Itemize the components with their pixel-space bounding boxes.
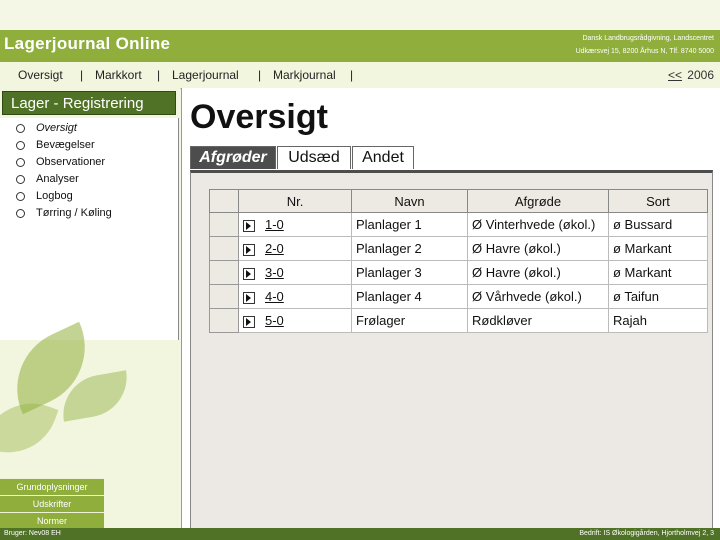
nr-cell: 2-0 — [238, 236, 352, 261]
column-header-navn[interactable]: Navn — [351, 189, 468, 213]
column-header-afgrode[interactable]: Afgrøde — [467, 189, 609, 213]
farm-status: Bedrift: IS Økologigården, Hjortholmvej … — [579, 530, 714, 537]
nav-item-lagerjournal[interactable]: Lagerjournal — [172, 68, 239, 82]
main-content: Oversigt Afgrøder Udsæd Andet Nr. Navn A… — [181, 88, 720, 540]
navn-cell: Planlager 1 — [351, 212, 468, 237]
navn-cell: Planlager 2 — [351, 236, 468, 261]
column-header-sort[interactable]: Sort — [608, 189, 708, 213]
navn-cell: Planlager 3 — [351, 260, 468, 285]
table-row: 3-0 Planlager 3 Ø Havre (økol.) ø Markan… — [209, 260, 708, 285]
afgrode-cell: Ø Vårhvede (økol.) — [467, 284, 609, 309]
expand-arrow-icon[interactable] — [243, 243, 255, 256]
row-selector[interactable] — [209, 308, 239, 333]
tab-panel: Nr. Navn Afgrøde Sort 1-0 Planlager 1 Ø … — [190, 170, 713, 538]
row-selector[interactable] — [209, 236, 239, 261]
sidebar-item-label: Analyser — [36, 173, 79, 185]
sidebar: Lager - Registrering Oversigt Bevægelser… — [0, 88, 180, 540]
tab-afgroder[interactable]: Afgrøder — [190, 146, 276, 169]
app-header: Lagerjournal Online Dansk Landbrugsrådgi… — [0, 0, 720, 62]
radio-bullet-icon — [16, 141, 25, 150]
sidebar-item-label: Bevægelser — [36, 139, 95, 151]
organization-info: Dansk Landbrugsrådgivning, Landscentret … — [576, 32, 714, 58]
radio-bullet-icon — [16, 124, 25, 133]
expand-arrow-icon[interactable] — [243, 291, 255, 304]
nr-cell: 3-0 — [238, 260, 352, 285]
nav-item-oversigt[interactable]: Oversigt — [18, 68, 63, 82]
row-selector[interactable] — [209, 260, 239, 285]
user-status: Bruger: Nev08 EH — [4, 530, 61, 537]
sort-cell: ø Markant — [608, 236, 708, 261]
org-line-2: Udkærsvej 15, 8200 Århus N, Tlf. 8740 50… — [575, 48, 714, 55]
normer-button[interactable]: Normer — [0, 512, 104, 529]
org-line-1: Dansk Landbrugsrådgivning, Landscentret — [582, 35, 714, 42]
table-row: 5-0 Frølager Rødkløver Rajah — [209, 308, 708, 333]
top-nav: Oversigt | Markkort | Lagerjournal | Mar… — [0, 62, 720, 89]
nav-item-markjournal[interactable]: Markjournal — [273, 68, 336, 82]
expand-arrow-icon[interactable] — [243, 219, 255, 232]
navn-cell: Frølager — [351, 308, 468, 333]
sort-cell: ø Bussard — [608, 212, 708, 237]
header-top-strip — [0, 0, 720, 30]
sidebar-item-label: Logbog — [36, 190, 73, 202]
sidebar-item-label: Oversigt — [36, 122, 77, 134]
nr-cell: 1-0 — [238, 212, 352, 237]
app-title: Lagerjournal Online — [4, 34, 171, 53]
sidebar-item-label: Tørring / Køling — [36, 207, 112, 219]
column-header-select — [209, 189, 239, 213]
year-label: 2006 — [687, 68, 714, 82]
nav-item-markkort[interactable]: Markkort — [95, 68, 142, 82]
storage-table: Nr. Navn Afgrøde Sort 1-0 Planlager 1 Ø … — [209, 189, 708, 333]
sort-cell: ø Taifun — [608, 284, 708, 309]
nav-separator: | — [80, 68, 84, 82]
sort-cell: Rajah — [608, 308, 708, 333]
table-row: 2-0 Planlager 2 Ø Havre (økol.) ø Markan… — [209, 236, 708, 261]
nr-link[interactable]: 5-0 — [265, 313, 284, 328]
sidebar-item-label: Observationer — [36, 156, 106, 168]
row-selector[interactable] — [209, 284, 239, 309]
udskrifter-button[interactable]: Udskrifter — [0, 495, 104, 512]
nr-cell: 5-0 — [238, 308, 352, 333]
nr-link[interactable]: 3-0 — [265, 265, 284, 280]
tab-udsaed[interactable]: Udsæd — [277, 146, 351, 169]
page-title: Oversigt — [190, 98, 328, 136]
table-header-row: Nr. Navn Afgrøde Sort — [209, 189, 708, 213]
nav-separator: | — [258, 68, 262, 82]
column-header-nr[interactable]: Nr. — [238, 189, 352, 213]
nr-link[interactable]: 1-0 — [265, 217, 284, 232]
row-selector[interactable] — [209, 212, 239, 237]
nav-separator: | — [157, 68, 161, 82]
navn-cell: Planlager 4 — [351, 284, 468, 309]
tab-andet[interactable]: Andet — [352, 146, 414, 169]
nr-link[interactable]: 4-0 — [265, 289, 284, 304]
table-row: 1-0 Planlager 1 Ø Vinterhvede (økol.) ø … — [209, 212, 708, 237]
radio-bullet-icon — [16, 158, 25, 167]
afgrode-cell: Ø Havre (økol.) — [467, 236, 609, 261]
expand-arrow-icon[interactable] — [243, 315, 255, 328]
status-bar: Bruger: Nev08 EH Bedrift: IS Økologigård… — [0, 528, 720, 540]
previous-year-link[interactable]: << — [668, 68, 682, 82]
afgrode-cell: Rødkløver — [467, 308, 609, 333]
radio-bullet-icon — [16, 192, 25, 201]
table-row: 4-0 Planlager 4 Ø Vårhvede (økol.) ø Tai… — [209, 284, 708, 309]
radio-bullet-icon — [16, 175, 25, 184]
expand-arrow-icon[interactable] — [243, 267, 255, 280]
nav-separator: | — [350, 68, 354, 82]
nr-link[interactable]: 2-0 — [265, 241, 284, 256]
grundoplysninger-button[interactable]: Grundoplysninger — [0, 478, 104, 495]
radio-bullet-icon — [16, 209, 25, 218]
sidebar-menu: Oversigt Bevægelser Observationer Analys… — [0, 118, 179, 340]
afgrode-cell: Ø Vinterhvede (økol.) — [467, 212, 609, 237]
sidebar-heading: Lager - Registrering — [2, 91, 176, 115]
nr-cell: 4-0 — [238, 284, 352, 309]
afgrode-cell: Ø Havre (økol.) — [467, 260, 609, 285]
sort-cell: ø Markant — [608, 260, 708, 285]
